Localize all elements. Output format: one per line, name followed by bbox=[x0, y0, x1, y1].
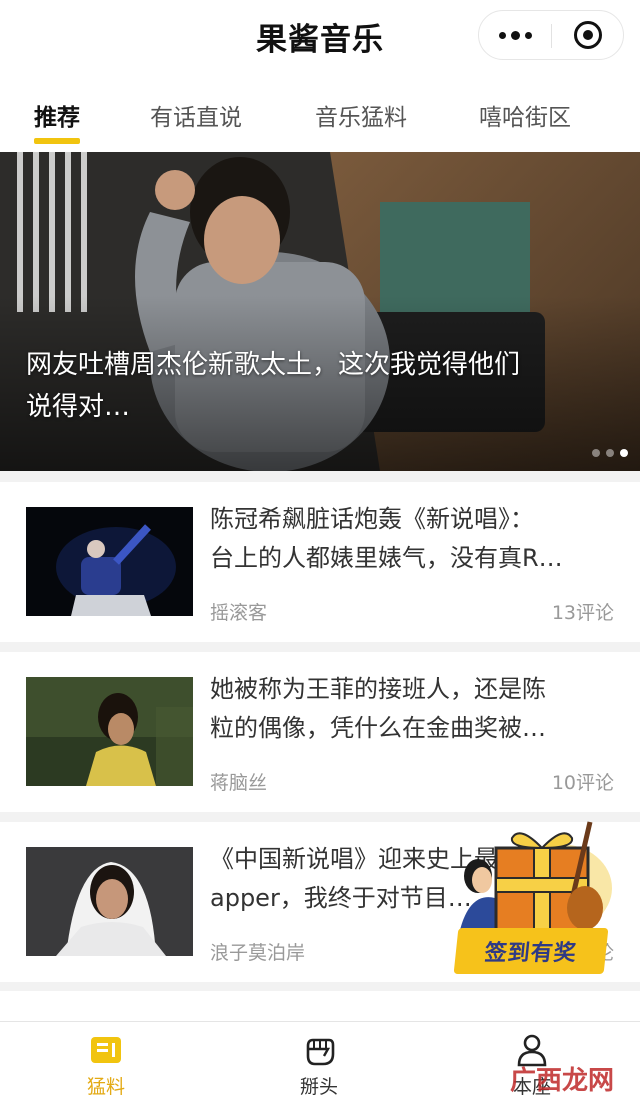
tab-label: 嘻哈街区 bbox=[479, 105, 571, 131]
carousel-indicator bbox=[592, 449, 628, 457]
article-card[interactable]: 她被称为王菲的接班人，还是陈 粒的偶像，凭什么在金曲奖被… 蒋脑丝 10评论 bbox=[0, 652, 640, 812]
close-mini-program-button[interactable] bbox=[552, 11, 624, 59]
carousel-dot bbox=[606, 449, 614, 457]
checkin-reward-label: 签到有奖 bbox=[453, 928, 609, 974]
tabbar-item-debate[interactable]: 掰头 bbox=[259, 1022, 379, 1104]
article-title-line: 她被称为王菲的接班人，还是陈 bbox=[210, 675, 546, 703]
article-title-line: 粒的偶像，凭什么在金曲奖被… bbox=[210, 714, 546, 742]
carousel-dot bbox=[592, 449, 600, 457]
article-comment-count: 13评论 bbox=[551, 602, 614, 624]
tab-label: 音乐猛料 bbox=[315, 105, 407, 131]
article-title-line: 台上的人都婊里婊气，没有真R… bbox=[210, 544, 563, 572]
tabbar-label: 猛料 bbox=[86, 1076, 125, 1098]
watermark: 广西龙网 bbox=[510, 1066, 615, 1096]
tab-music-gossip[interactable]: 音乐猛料 bbox=[315, 98, 407, 144]
category-tabs: 推荐 有话直说 音乐猛料 嘻哈街区 bbox=[0, 78, 640, 152]
mini-program-capsule bbox=[478, 10, 624, 60]
article-title: 陈冠希飙脏话炮轰《新说唱》： 台上的人都婊里婊气，没有真R… bbox=[210, 500, 618, 580]
banner-caption: 网友吐槽周杰伦新歌太土，这次我觉得他们 说得对… bbox=[26, 344, 621, 428]
tab-label: 有话直说 bbox=[150, 105, 242, 131]
article-card[interactable]: 陈冠希飙脏话炮轰《新说唱》： 台上的人都婊里婊气，没有真R… 摇滚客 13评论 bbox=[0, 482, 640, 642]
tab-straight-talk[interactable]: 有话直说 bbox=[150, 98, 242, 144]
more-menu-button[interactable] bbox=[479, 11, 551, 59]
article-author: 蒋脑丝 bbox=[210, 772, 268, 794]
article-card-partial[interactable] bbox=[0, 991, 640, 1021]
carousel-dot-active bbox=[620, 449, 628, 457]
tabbar-item-news[interactable]: 猛料 bbox=[46, 1022, 166, 1104]
article-title-line: 陈冠希飙脏话炮轰《新说唱》： bbox=[210, 505, 534, 533]
news-icon bbox=[91, 1037, 121, 1063]
checkin-reward-button[interactable]: 签到有奖 bbox=[450, 820, 616, 980]
tab-hiphop-street[interactable]: 嘻哈街区 bbox=[479, 98, 571, 144]
article-thumbnail bbox=[26, 677, 193, 786]
article-title: 她被称为王菲的接班人，还是陈 粒的偶像，凭什么在金曲奖被… bbox=[210, 670, 618, 750]
article-author: 浪子莫泊岸 bbox=[210, 942, 306, 964]
gift-box-icon bbox=[460, 821, 612, 938]
banner-caption-line: 网友吐槽周杰伦新歌太土，这次我觉得他们 bbox=[26, 350, 521, 380]
dot bbox=[498, 31, 506, 39]
article-author: 摇滚客 bbox=[210, 602, 268, 624]
article-thumbnail bbox=[26, 507, 193, 616]
target-icon bbox=[574, 21, 602, 49]
active-tab-indicator bbox=[34, 138, 80, 144]
banner-caption-line: 说得对… bbox=[26, 392, 131, 422]
nav-bar: 果酱音乐 bbox=[0, 0, 640, 78]
dot bbox=[524, 31, 532, 39]
article-thumbnail bbox=[26, 847, 193, 956]
article-comment-count: 10评论 bbox=[551, 772, 614, 794]
tabbar-label: 掰头 bbox=[299, 1076, 338, 1098]
tab-label: 推荐 bbox=[34, 105, 80, 131]
fist-icon bbox=[306, 1038, 335, 1066]
dot bbox=[510, 30, 520, 40]
tab-recommended[interactable]: 推荐 bbox=[34, 98, 80, 144]
banner-carousel[interactable]: 网友吐槽周杰伦新歌太土，这次我觉得他们 说得对… bbox=[0, 152, 640, 471]
